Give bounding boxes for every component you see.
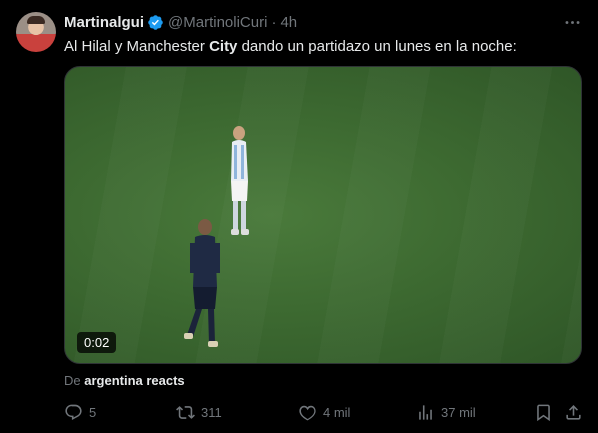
views-button[interactable]: 37 mil xyxy=(416,398,476,426)
more-icon[interactable] xyxy=(562,12,582,32)
video-source-link[interactable]: argentina reacts xyxy=(84,373,184,388)
tweet-text: Al Hilal y Manchester City dando un part… xyxy=(64,37,517,57)
tweet-text-part: Al Hilal y Manchester xyxy=(64,38,210,55)
tweet-header: Martinalgui @MartinoliCuri · 4h xyxy=(64,12,297,32)
reply-button[interactable]: 5 xyxy=(64,398,96,426)
like-icon xyxy=(299,405,316,420)
avatar[interactable] xyxy=(16,12,56,52)
player-figure-white xyxy=(231,126,249,235)
verified-icon xyxy=(147,14,164,31)
share-button[interactable] xyxy=(564,398,583,426)
display-name[interactable]: Martinalgui xyxy=(64,14,144,31)
tweet-actions: 5 311 4 mil 37 mil xyxy=(56,398,592,426)
retweet-icon xyxy=(176,405,195,419)
views-icon xyxy=(419,404,432,420)
user-handle[interactable]: @MartinoliCuri xyxy=(168,14,267,31)
like-button[interactable]: 4 mil xyxy=(298,398,350,426)
like-count: 4 mil xyxy=(323,404,351,420)
tweet-text-bold: City xyxy=(209,38,238,55)
reply-icon xyxy=(65,404,82,420)
video-source: De argentina reacts xyxy=(64,373,185,388)
video-source-prefix: De xyxy=(64,373,85,388)
reply-count: 5 xyxy=(89,404,97,420)
video-player[interactable]: 0:02 xyxy=(64,66,582,364)
timestamp[interactable]: 4h xyxy=(280,14,297,31)
video-duration: 0:02 xyxy=(77,332,117,353)
tweet-text-part: dando un partidazo un lunes en la noche: xyxy=(237,38,517,55)
player-figure-dark xyxy=(184,219,220,347)
bookmark-icon xyxy=(537,404,550,421)
share-icon xyxy=(566,404,581,420)
views-count: 37 mil xyxy=(441,404,476,420)
retweet-count: 311 xyxy=(201,404,222,420)
tweet[interactable]: Martinalgui @MartinoliCuri · 4h Al Hilal… xyxy=(0,0,598,433)
bookmark-button[interactable] xyxy=(534,398,553,426)
retweet-button[interactable]: 311 xyxy=(176,398,222,426)
separator-dot: · xyxy=(271,13,277,31)
